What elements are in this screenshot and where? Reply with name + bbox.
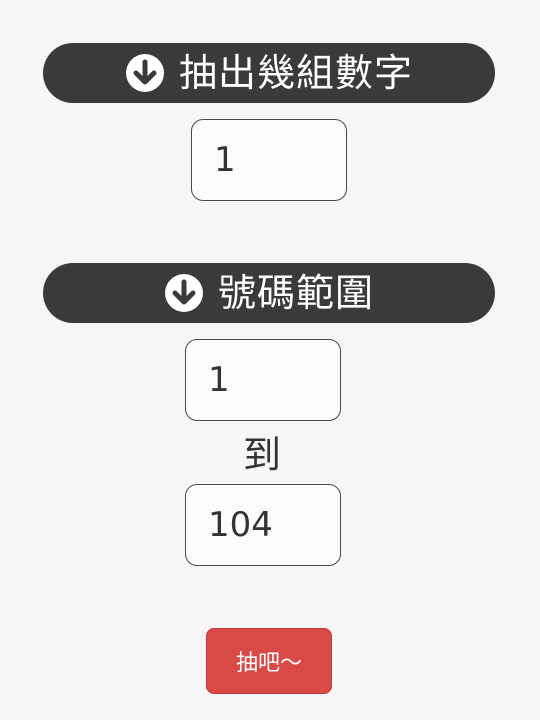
groups-count-input[interactable] xyxy=(191,119,347,201)
arrow-down-circle-icon xyxy=(164,273,204,313)
arrow-down-circle-icon xyxy=(125,53,165,93)
draw-button[interactable]: 抽吧～ xyxy=(206,628,332,694)
range-min-input[interactable] xyxy=(185,339,341,421)
draw-button-label: 抽吧～ xyxy=(235,651,302,676)
range-to-label: 到 xyxy=(242,433,281,477)
groups-header: 抽出幾組數字 xyxy=(43,43,495,103)
range-max-input[interactable] xyxy=(185,484,341,566)
groups-title: 抽出幾組數字 xyxy=(178,51,413,95)
range-title: 號碼範圍 xyxy=(217,271,374,315)
range-header: 號碼範圍 xyxy=(43,263,495,323)
